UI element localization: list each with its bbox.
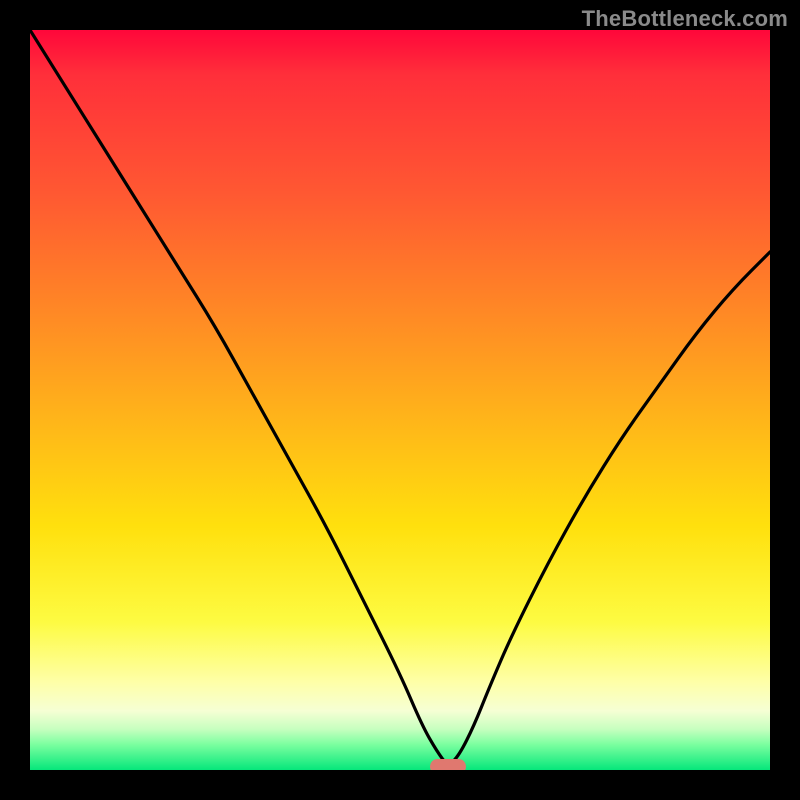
- watermark-text: TheBottleneck.com: [582, 6, 788, 32]
- chart-frame: TheBottleneck.com: [0, 0, 800, 800]
- curve-path: [30, 30, 770, 763]
- bottleneck-curve: [30, 30, 770, 770]
- minimum-marker: [430, 759, 466, 770]
- plot-area: [30, 30, 770, 770]
